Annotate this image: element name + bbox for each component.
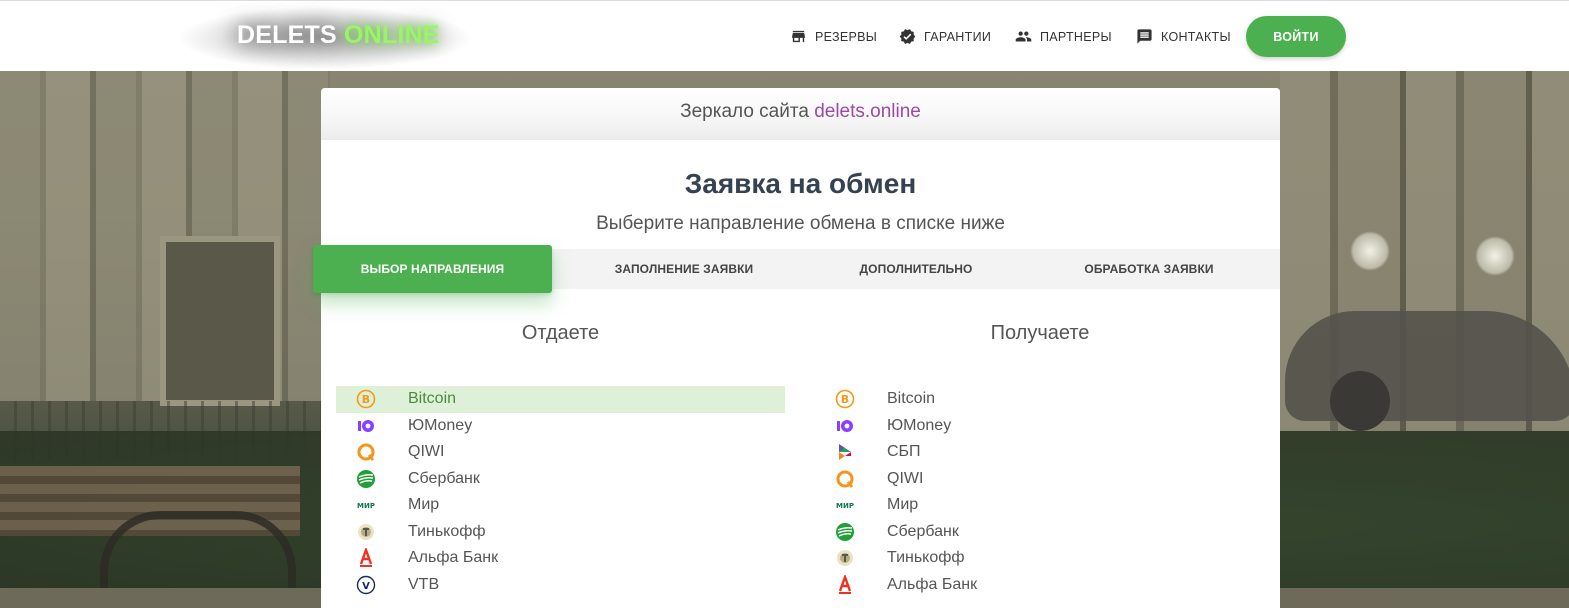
mir-icon: МИР bbox=[356, 495, 376, 515]
sberbank-icon bbox=[835, 522, 855, 542]
list-item[interactable]: Альфа Банк bbox=[336, 545, 785, 572]
sbp-icon bbox=[835, 442, 855, 462]
list-item-label: Альфа Банк bbox=[887, 575, 978, 593]
store-icon bbox=[792, 30, 805, 43]
svg-text:B: B bbox=[362, 393, 370, 406]
list-item[interactable]: Тинькофф bbox=[815, 545, 1265, 572]
list-item-label: ЮMoney bbox=[408, 416, 473, 434]
nav-partners[interactable]: ПАРТНЕРЫ bbox=[1015, 28, 1112, 45]
verified-badge-icon bbox=[899, 29, 916, 44]
give-list: B Bitcoin ЮMoney QIWI Сбербанк МИР Мир Т… bbox=[336, 386, 785, 598]
list-item[interactable]: ЮMoney bbox=[336, 413, 785, 440]
qiwi-icon bbox=[835, 469, 855, 489]
mirror-link[interactable]: delets.online bbox=[814, 101, 921, 122]
nav-contacts-label: КОНТАКТЫ bbox=[1161, 29, 1231, 44]
list-item[interactable]: Сбербанк bbox=[815, 519, 1265, 546]
list-item-label: ЮMoney bbox=[887, 416, 952, 434]
list-item[interactable]: B Bitcoin bbox=[336, 386, 785, 413]
list-item[interactable]: B Bitcoin bbox=[815, 386, 1265, 413]
list-item-label: Тинькофф bbox=[408, 522, 486, 540]
list-item[interactable]: МИР Мир bbox=[336, 492, 785, 519]
list-item[interactable]: МИР Мир bbox=[815, 492, 1265, 519]
site-header: DELETS ONLINE РЕЗЕРВЫ ГАРАНТИИ ПАРТНЕРЫ … bbox=[0, 0, 1569, 71]
svg-text:МИР: МИР bbox=[357, 502, 375, 510]
bitcoin-icon: B bbox=[356, 389, 376, 409]
receive-column-title: Получаете bbox=[990, 322, 1090, 344]
list-item-label: QIWI bbox=[887, 469, 924, 487]
list-item[interactable]: Сбербанк bbox=[336, 466, 785, 493]
list-item[interactable]: QIWI bbox=[336, 439, 785, 466]
step-select-direction[interactable]: ВЫБОР НАПРАВЛЕНИЯ bbox=[313, 245, 552, 293]
list-item-label: Bitcoin bbox=[408, 390, 457, 408]
step-fill-request[interactable]: ЗАПОЛНЕНИЕ ЗАЯВКИ bbox=[568, 249, 800, 289]
page-subtitle: Выберите направление обмена в списке ниж… bbox=[596, 213, 1005, 234]
yoomoney-icon bbox=[835, 416, 855, 436]
mirror-banner: Зеркало сайта delets.online bbox=[321, 88, 1280, 140]
message-icon bbox=[1137, 29, 1152, 44]
list-item-label: Bitcoin bbox=[887, 390, 936, 408]
nav-guarantees[interactable]: ГАРАНТИИ bbox=[899, 28, 991, 45]
vtb-icon: V bbox=[356, 575, 376, 595]
step-additional[interactable]: ДОПОЛНИТЕЛЬНО bbox=[800, 249, 1032, 289]
list-item-label: Альфа Банк bbox=[408, 549, 499, 567]
svg-text:МИР: МИР bbox=[836, 502, 854, 510]
list-item[interactable]: QIWI bbox=[815, 466, 1265, 493]
nav-reserves-label: РЕЗЕРВЫ bbox=[815, 29, 878, 44]
list-item[interactable]: Тинькофф bbox=[336, 519, 785, 546]
page-title: Заявка на обмен bbox=[684, 168, 917, 199]
sberbank-icon bbox=[356, 469, 376, 489]
list-item-label: СБП bbox=[887, 443, 921, 461]
nav-contacts[interactable]: КОНТАКТЫ bbox=[1136, 28, 1231, 45]
step-processing[interactable]: ОБРАБОТКА ЗАЯВКИ bbox=[1032, 249, 1266, 289]
logo-text-primary: DELETS bbox=[237, 21, 337, 49]
bitcoin-icon: B bbox=[835, 389, 855, 409]
tinkoff-icon bbox=[835, 548, 855, 568]
list-item[interactable]: Альфа Банк bbox=[815, 572, 1265, 599]
people-icon bbox=[1015, 31, 1032, 42]
mirror-text: Зеркало сайта bbox=[680, 101, 809, 122]
svg-text:B: B bbox=[841, 393, 849, 406]
list-item-label: Сбербанк bbox=[887, 522, 959, 540]
receive-list: B Bitcoin ЮMoney СБП QIWI МИР Мир Сберба… bbox=[815, 386, 1265, 598]
give-column-title: Отдаете bbox=[521, 322, 600, 344]
list-item[interactable]: ЮMoney bbox=[815, 413, 1265, 440]
alfabank-icon bbox=[356, 548, 376, 568]
nav-partners-label: ПАРТНЕРЫ bbox=[1040, 29, 1112, 44]
list-item[interactable]: V VTB bbox=[336, 572, 785, 599]
login-button[interactable]: ВОЙТИ bbox=[1246, 16, 1346, 57]
list-item-label: Мир bbox=[408, 496, 440, 514]
yoomoney-icon bbox=[356, 416, 376, 436]
alfabank-icon bbox=[835, 574, 855, 595]
logo-text-accent: ONLINE bbox=[343, 21, 440, 49]
qiwi-icon bbox=[356, 442, 376, 462]
list-item-label: Тинькофф bbox=[887, 549, 965, 567]
nav-reserves[interactable]: РЕЗЕРВЫ bbox=[790, 28, 877, 45]
tinkoff-icon bbox=[356, 522, 376, 542]
list-item[interactable]: СБП bbox=[815, 439, 1265, 466]
list-item-label: VTB bbox=[408, 575, 440, 593]
svg-text:V: V bbox=[362, 581, 370, 592]
list-item-label: Сбербанк bbox=[408, 469, 480, 487]
list-item-label: QIWI bbox=[408, 443, 445, 461]
site-logo[interactable]: DELETS ONLINE bbox=[237, 21, 440, 50]
list-item-label: Мир bbox=[887, 496, 919, 514]
nav-guarantees-label: ГАРАНТИИ bbox=[924, 29, 992, 44]
mir-icon: МИР bbox=[835, 495, 855, 515]
exchange-card: Зеркало сайта delets.online Заявка на об… bbox=[321, 88, 1280, 608]
